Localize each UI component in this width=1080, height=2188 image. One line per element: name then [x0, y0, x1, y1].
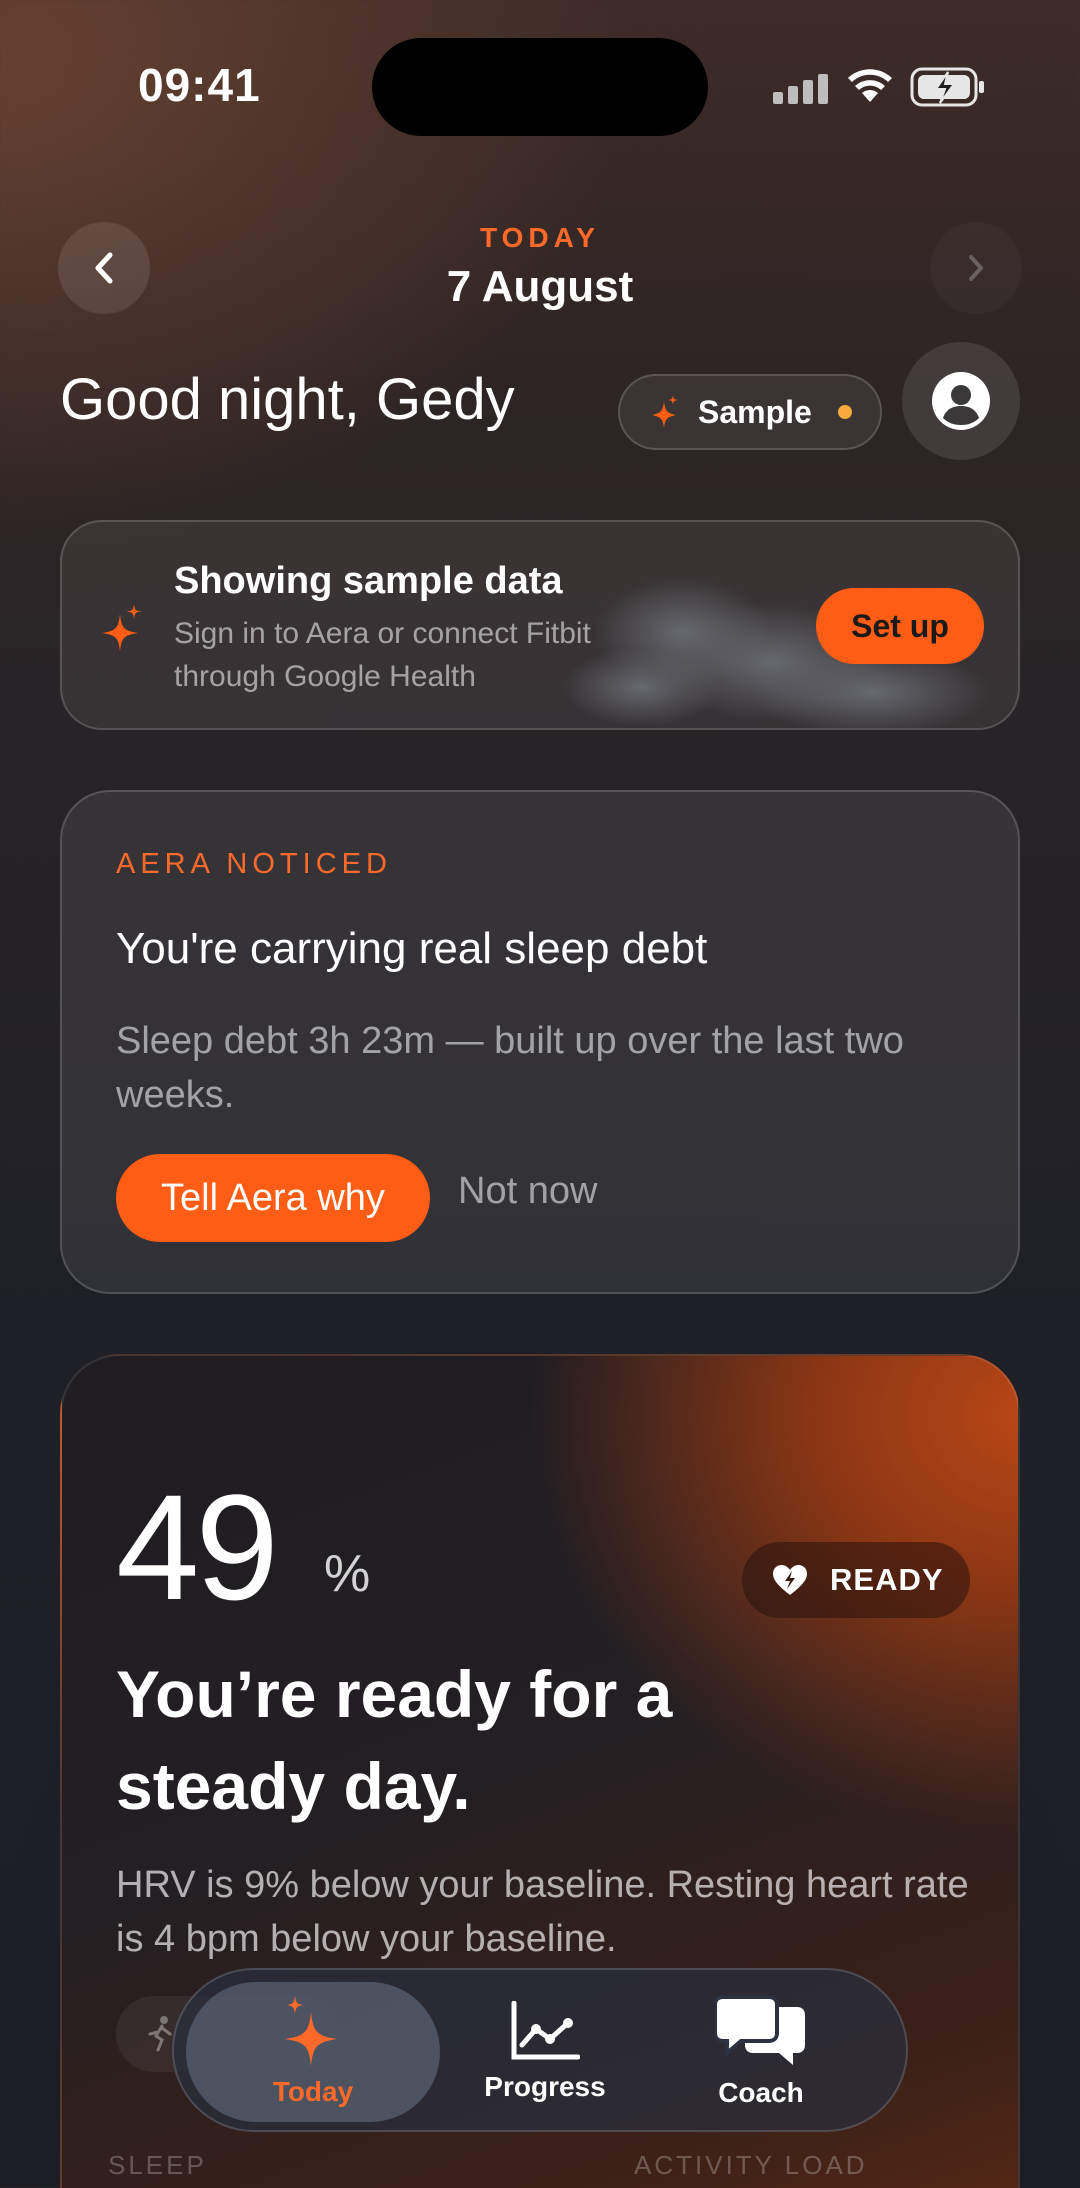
readiness-score: 49	[116, 1463, 279, 1631]
insight-body: Sleep debt 3h 23m — built up over the la…	[116, 1020, 904, 1116]
tab-bar: Today Progress Coach	[172, 1968, 908, 2132]
tab-progress-label: Progress	[484, 2071, 606, 2102]
not-now-button[interactable]: Not now	[458, 1170, 597, 1213]
readiness-summary: HRV is 9% below your baseline. Resting h…	[116, 1864, 969, 1960]
date-label: TODAY	[480, 222, 600, 253]
insight-tag: AERA NOTICED	[116, 848, 392, 880]
cellular-signal-icon	[773, 74, 828, 104]
sample-status-dot	[837, 405, 852, 419]
wifi-icon	[848, 69, 892, 102]
ready-status-badge: READY	[742, 1542, 970, 1618]
chevron-right-icon	[969, 255, 983, 281]
tell-aera-why-button[interactable]: Tell Aera why	[116, 1154, 430, 1242]
chat-bubbles-icon	[715, 1995, 805, 2065]
status-time: 09:41	[138, 59, 261, 111]
profile-button[interactable]	[902, 342, 1020, 460]
next-day-button[interactable]	[930, 222, 1022, 314]
heart-bolt-icon	[773, 1565, 807, 1595]
sample-pill-label: Sample	[698, 393, 812, 430]
activity-load-metric-label: ACTIVITY LOAD	[634, 2150, 868, 2180]
banner-subtitle: Sign in to Aera or connect Fitbit throug…	[174, 617, 591, 693]
readiness-headline: You’re ready for a steady day.	[116, 1657, 673, 1823]
chart-icon	[511, 2001, 580, 2060]
sparkle-icon	[285, 1996, 337, 2066]
banner-title: Showing sample data	[174, 560, 563, 602]
tab-coach[interactable]: Coach	[696, 1982, 826, 2122]
set-up-button[interactable]: Set up	[816, 588, 984, 664]
sleep-metric-label: SLEEP	[108, 2150, 207, 2180]
ready-badge-label: READY	[830, 1562, 944, 1597]
sparkle-icon	[652, 395, 678, 428]
tab-progress[interactable]: Progress	[470, 1982, 620, 2122]
date-value: 7 August	[446, 262, 634, 311]
sparkle-icon	[102, 604, 142, 651]
status-bar: 09:41	[0, 0, 1080, 180]
battery-charging-icon	[910, 67, 984, 107]
tab-today[interactable]: Today	[186, 1982, 440, 2122]
sample-data-banner: Showing sample data Sign in to Aera or c…	[60, 520, 1020, 730]
readiness-unit: %	[324, 1545, 371, 1603]
insight-card: AERA NOTICED You're carrying real sleep …	[60, 790, 1020, 1294]
dynamic-island	[372, 38, 708, 136]
sample-mode-pill[interactable]: Sample	[618, 374, 882, 450]
user-avatar-icon	[932, 372, 990, 430]
tab-today-label: Today	[272, 2076, 354, 2107]
tab-coach-label: Coach	[718, 2077, 804, 2108]
greeting-title: Good night, Gedy	[60, 367, 515, 432]
insight-title: You're carrying real sleep debt	[116, 924, 708, 973]
